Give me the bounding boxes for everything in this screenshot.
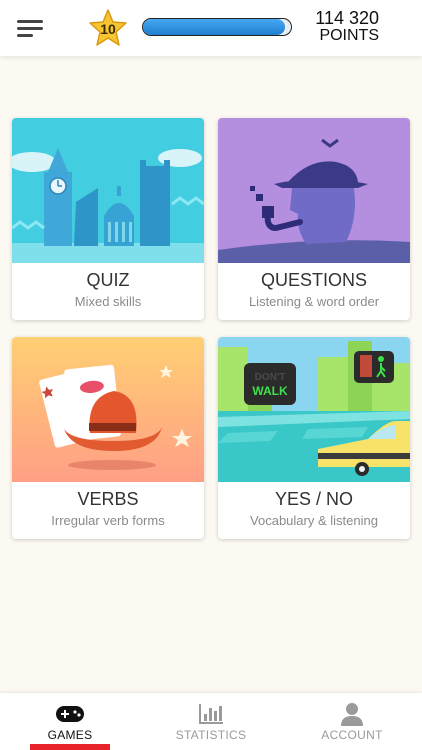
card-subtitle: Vocabulary & listening xyxy=(250,513,378,528)
london-skyline-illustration xyxy=(12,118,204,263)
menu-line xyxy=(17,34,33,37)
menu-line xyxy=(17,27,43,30)
game-card-questions[interactable]: QUESTIONS Listening & word order xyxy=(218,118,410,320)
hamburger-menu-icon[interactable] xyxy=(14,16,48,42)
nav-label-statistics: STATISTICS xyxy=(175,728,247,742)
card-title: YES / NO xyxy=(274,489,354,509)
bottom-navigation: GAMES STATISTICS ACCOUNT xyxy=(0,693,422,750)
detective-silhouette-illustration xyxy=(218,118,410,263)
points-label: POINTS xyxy=(319,27,379,44)
nav-tab-statistics[interactable]: STATISTICS xyxy=(141,693,281,750)
user-icon xyxy=(341,703,363,726)
level-star-badge[interactable]: 10 xyxy=(88,8,128,48)
nav-tab-account[interactable]: ACCOUNT xyxy=(282,693,422,750)
nav-tab-games[interactable]: GAMES xyxy=(0,693,140,750)
card-title: QUESTIONS xyxy=(260,270,367,290)
card-title: VERBS xyxy=(77,489,139,509)
gamepad-icon xyxy=(56,706,84,722)
sign-dont-text: DON'T xyxy=(255,372,286,383)
level-number: 10 xyxy=(100,21,116,37)
game-card-verbs[interactable]: VERBS Irregular verb forms xyxy=(12,337,204,539)
sign-walk-text: WALK xyxy=(252,384,288,398)
points-value: 114 320 xyxy=(315,8,379,28)
level-progress-bar xyxy=(142,18,292,36)
points-display: 114 320 POINTS xyxy=(315,9,379,45)
active-tab-indicator xyxy=(30,744,110,750)
card-subtitle: Irregular verb forms xyxy=(51,513,165,528)
nav-label-account: ACCOUNT xyxy=(321,728,383,742)
card-title: QUIZ xyxy=(86,270,130,290)
game-card-yes-no[interactable]: DON'T WALK YES / NO Vocabulary & listeni… xyxy=(218,337,410,539)
card-subtitle: Listening & word order xyxy=(248,294,380,309)
bar-chart-icon xyxy=(199,704,223,724)
game-card-quiz[interactable]: QUIZ Mixed skills xyxy=(12,118,204,320)
cowboy-hat-cards-illustration xyxy=(12,337,204,482)
top-bar: 10 114 320 POINTS xyxy=(0,0,422,56)
menu-line xyxy=(17,20,43,23)
card-subtitle: Mixed skills xyxy=(74,294,142,309)
nav-label-games: GAMES xyxy=(47,728,93,742)
progress-fill xyxy=(143,19,286,35)
street-crossing-illustration: DON'T WALK xyxy=(218,337,410,482)
